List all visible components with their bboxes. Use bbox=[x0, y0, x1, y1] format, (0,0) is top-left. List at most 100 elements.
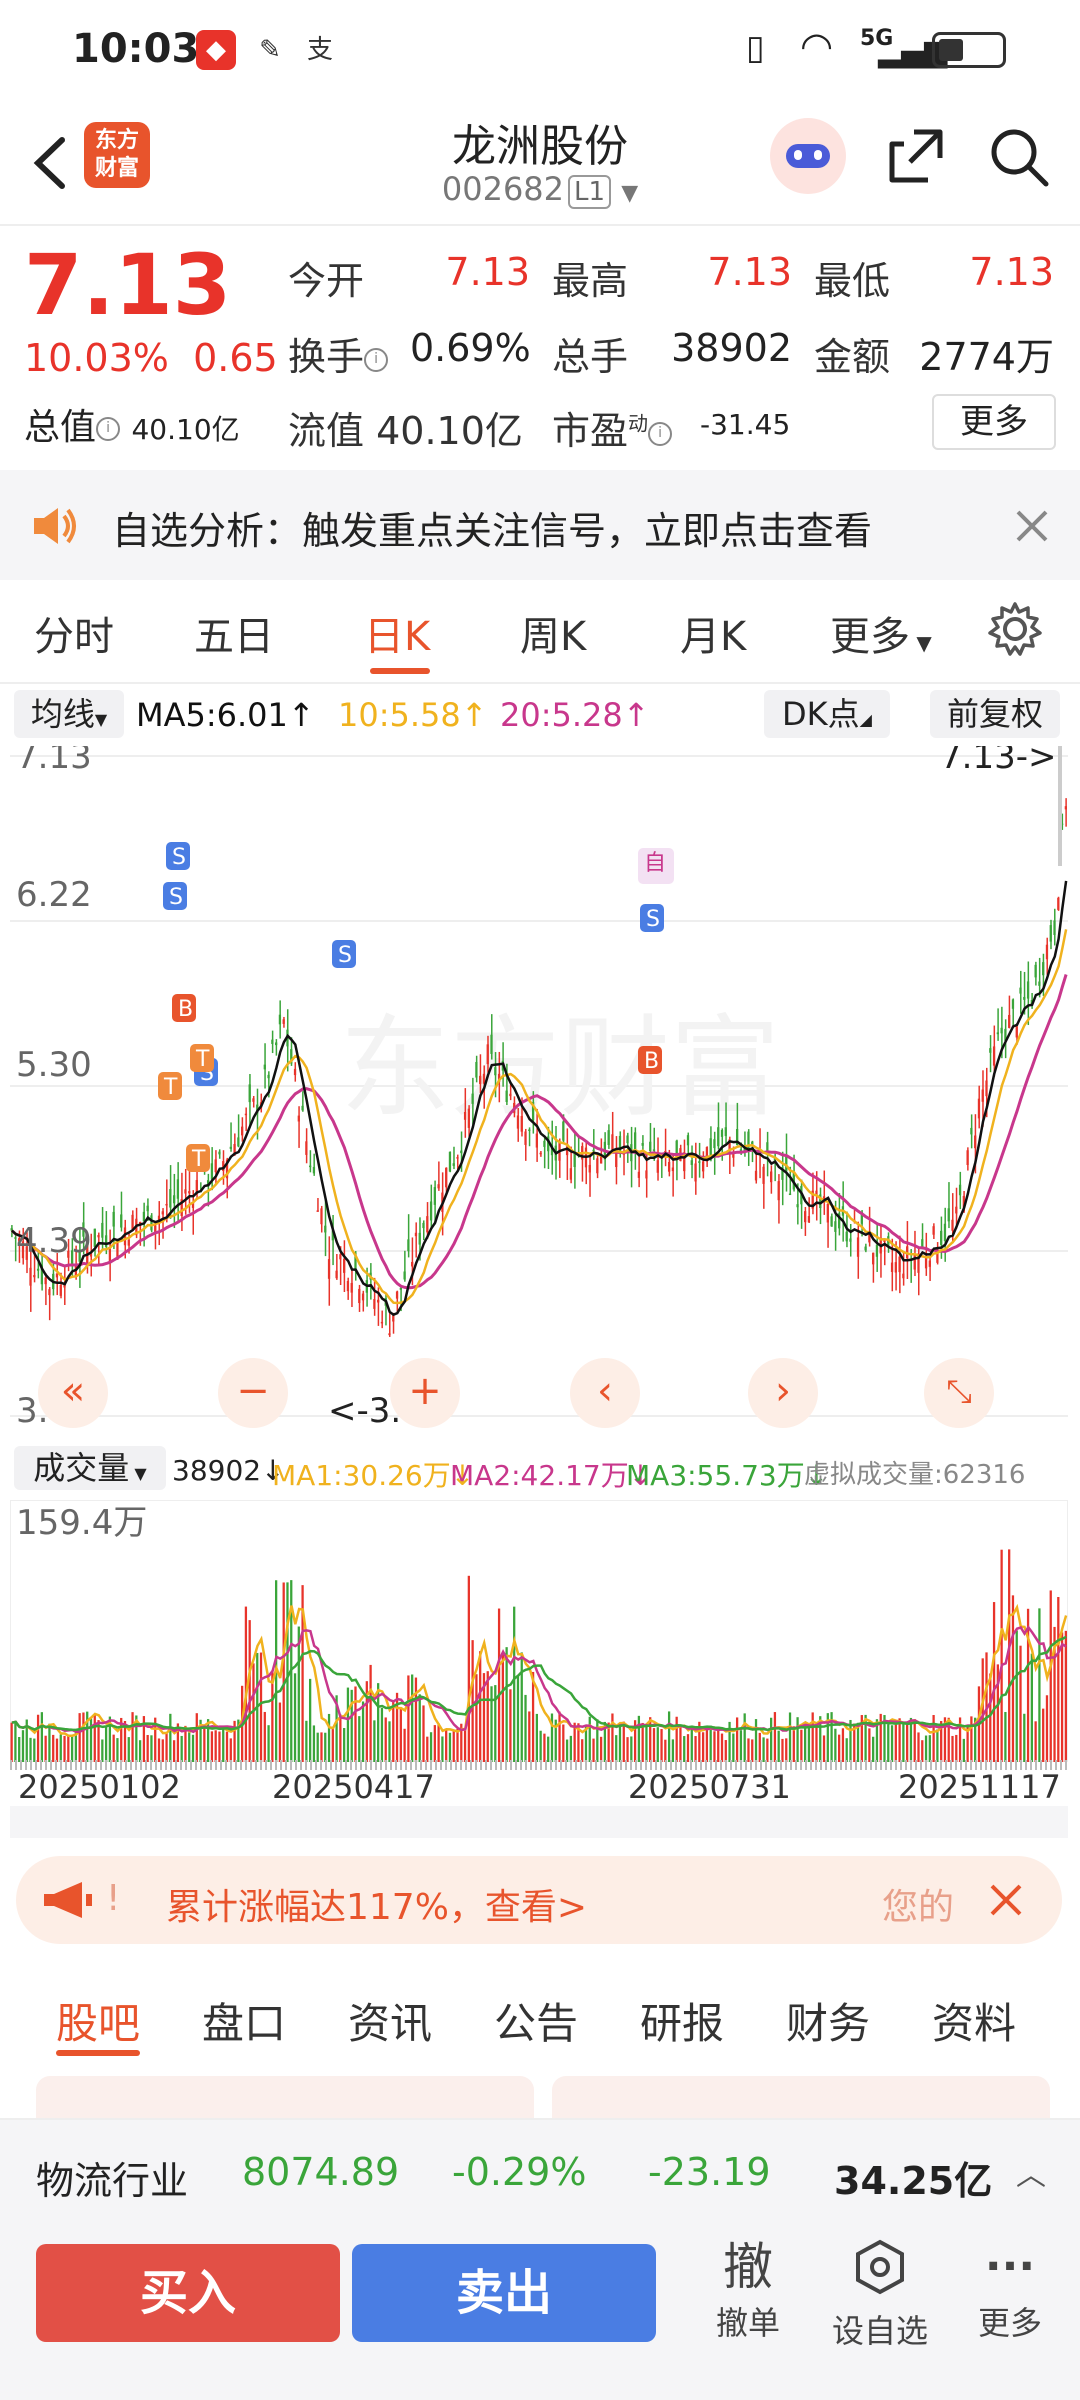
candle-body bbox=[754, 1170, 758, 1181]
fullscreen-icon[interactable]: ⤡ bbox=[924, 1358, 994, 1428]
tab-daily-k[interactable]: 日K bbox=[364, 604, 430, 662]
battery-icon bbox=[932, 32, 1006, 68]
market-cap: 总值 i 40.10亿 bbox=[24, 407, 240, 448]
adjust-selector[interactable]: 前复权 bbox=[930, 690, 1060, 738]
candle-body bbox=[377, 1299, 380, 1303]
tab-pankou[interactable]: 盘口 bbox=[202, 1990, 286, 2051]
volume-bar bbox=[494, 1685, 497, 1762]
scroll-start-button[interactable]: « bbox=[38, 1358, 108, 1428]
tab-research[interactable]: 研报 bbox=[640, 1990, 724, 2051]
scroll-right-button[interactable]: › bbox=[748, 1358, 818, 1428]
volume-bar bbox=[422, 1705, 425, 1762]
turnover-value: 0.69% bbox=[410, 326, 531, 370]
volume-bar bbox=[316, 1732, 319, 1762]
tab-profile[interactable]: 资料 bbox=[932, 1990, 1016, 2051]
tab-news[interactable]: 资讯 bbox=[348, 1990, 432, 2051]
volume-bar bbox=[286, 1582, 289, 1762]
zoom-in-button[interactable]: + bbox=[390, 1358, 460, 1428]
candle-body bbox=[445, 1167, 448, 1188]
signal-b-marker: B bbox=[638, 1046, 662, 1074]
turnover-label: 换手 i bbox=[288, 326, 389, 381]
volume-bar bbox=[429, 1732, 433, 1762]
volume-bar bbox=[732, 1733, 735, 1762]
candle-body bbox=[301, 1105, 304, 1111]
add-watchlist-button[interactable]: 设自选 bbox=[820, 2236, 940, 2352]
more-button[interactable]: ··· 更多 bbox=[950, 2236, 1070, 2344]
close-icon[interactable] bbox=[1014, 508, 1050, 544]
candle-body bbox=[543, 1140, 546, 1147]
volume-bar bbox=[1030, 1653, 1033, 1762]
assistant-avatar-icon[interactable] bbox=[770, 118, 846, 194]
volume-bar bbox=[1057, 1596, 1060, 1762]
tab-five-day[interactable]: 五日 bbox=[194, 604, 274, 662]
volume-bar bbox=[626, 1737, 629, 1762]
volume-bar bbox=[769, 1717, 773, 1762]
candle-body bbox=[184, 1189, 187, 1194]
tab-more[interactable]: 更多 ▼ bbox=[830, 604, 932, 662]
candle-body bbox=[146, 1205, 149, 1212]
date-label-1: 20250102 bbox=[18, 1768, 181, 1806]
volume-bar bbox=[970, 1716, 973, 1762]
candle-body bbox=[516, 1115, 520, 1129]
candle-body bbox=[407, 1239, 410, 1252]
volume-bar bbox=[138, 1740, 142, 1762]
kline-chart[interactable]: 东方财富 SSSSSBBTTT自 7.13 6.22 5.30 4.39 3.4… bbox=[10, 746, 1068, 1436]
candle-body bbox=[977, 1098, 981, 1119]
indicator-selector[interactable]: 均线▼ bbox=[14, 690, 124, 738]
cancel-icon: 撤 bbox=[723, 2238, 773, 2296]
scroll-left-button[interactable]: ‹ bbox=[570, 1358, 640, 1428]
candle-body bbox=[36, 1268, 40, 1271]
volume-bar bbox=[599, 1736, 603, 1762]
volume-selector[interactable]: 成交量 ▼ bbox=[14, 1446, 166, 1490]
candle-body bbox=[339, 1254, 342, 1260]
share-icon[interactable] bbox=[884, 124, 948, 188]
tab-announcement[interactable]: 公告 bbox=[494, 1990, 578, 2051]
candle-body bbox=[460, 1150, 463, 1154]
tab-finance[interactable]: 财务 bbox=[786, 1990, 870, 2051]
sell-button[interactable]: 卖出 bbox=[352, 2244, 656, 2342]
cancel-order-button[interactable]: 撤撤单 bbox=[688, 2236, 808, 2344]
close-icon[interactable] bbox=[986, 1880, 1026, 1920]
more-quote-button[interactable]: 更多 bbox=[932, 394, 1056, 450]
volume-bar bbox=[67, 1735, 70, 1762]
price-axis-3: 5.30 bbox=[16, 1045, 92, 1085]
tab-weekly-k[interactable]: 周K bbox=[520, 604, 586, 662]
volume-bar bbox=[690, 1726, 693, 1762]
tab-intraday[interactable]: 分时 bbox=[34, 604, 114, 662]
settings-gear-icon[interactable] bbox=[986, 600, 1044, 658]
dk-point-button[interactable]: DK点◢ bbox=[764, 690, 890, 738]
volume-bar bbox=[739, 1730, 743, 1762]
svg-text:S: S bbox=[172, 845, 186, 870]
volume-bar bbox=[747, 1738, 750, 1762]
tab-guba[interactable]: 股吧 bbox=[56, 1990, 140, 2051]
candle-body bbox=[592, 1149, 595, 1152]
volume-bar bbox=[384, 1717, 387, 1762]
promo-banner[interactable]: ! 累计涨幅达117%，查看> 您的 bbox=[16, 1856, 1062, 1944]
candle-body bbox=[293, 1068, 297, 1076]
analysis-alert[interactable]: 自选分析：触发重点关注信号，立即点击查看 bbox=[0, 470, 1080, 580]
volume-bar bbox=[611, 1713, 614, 1762]
volume-bar bbox=[180, 1735, 183, 1762]
candle-body bbox=[1023, 996, 1026, 1000]
candle-body bbox=[872, 1252, 875, 1265]
volume-bar bbox=[339, 1714, 342, 1762]
candle-body bbox=[97, 1234, 100, 1238]
volume-bar bbox=[380, 1707, 384, 1762]
svg-text:T: T bbox=[195, 1047, 210, 1072]
pe-value: -31.45 bbox=[700, 408, 791, 441]
content-card-right[interactable] bbox=[552, 2076, 1050, 2120]
chevron-up-icon[interactable]: ︿ bbox=[1016, 2150, 1046, 2194]
volume-bar bbox=[78, 1713, 81, 1762]
search-icon[interactable] bbox=[986, 124, 1052, 190]
content-card-left[interactable] bbox=[36, 2076, 534, 2120]
candle-body bbox=[943, 1223, 947, 1242]
chart-scrollbar[interactable] bbox=[1058, 746, 1062, 866]
volume-chart[interactable]: 159.4万 bbox=[10, 1500, 1068, 1762]
volume-bar bbox=[785, 1738, 788, 1762]
volume-bar bbox=[471, 1640, 474, 1762]
industry-bar[interactable]: 物流行业 8074.89 -0.29% -23.19 34.25亿 ︿ bbox=[0, 2118, 1080, 2226]
buy-button[interactable]: 买入 bbox=[36, 2244, 340, 2342]
zoom-out-button[interactable]: − bbox=[218, 1358, 288, 1428]
tab-monthly-k[interactable]: 月K bbox=[680, 604, 746, 662]
volume-bar bbox=[486, 1671, 489, 1762]
